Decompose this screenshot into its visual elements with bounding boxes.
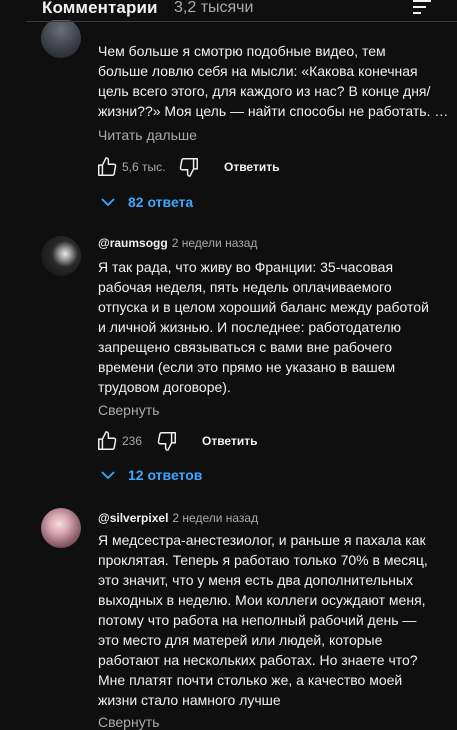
view-replies-button[interactable]: 82 ответа [100, 190, 300, 214]
header-divider [26, 21, 457, 22]
read-more-button[interactable]: Читать дальше [98, 127, 197, 143]
comments-count: 3,2 тысячи [174, 0, 254, 16]
comment-actions: 5,6 тыс. Ответить [96, 156, 396, 180]
comment-header: @silverpixel 2 недели назад [98, 511, 258, 525]
comments-header: Комментарии 3,2 тысячи [0, 0, 457, 20]
comment-text: Я медсестра-анестезиолог, и раньше я пах… [98, 532, 428, 708]
comment-text: Я так рада, что живу во Франции: 35-часо… [98, 259, 429, 395]
thumb-down-icon[interactable] [178, 156, 200, 178]
reply-button[interactable]: Ответить [224, 160, 279, 174]
like-count: 5,6 тыс. [122, 160, 166, 174]
reply-button[interactable]: Ответить [202, 434, 257, 448]
chevron-down-icon [101, 198, 115, 207]
thumb-down-icon[interactable] [156, 430, 178, 452]
comment-header: @raumsogg 2 недели назад [98, 236, 257, 250]
comment-date[interactable]: 2 недели назад [172, 236, 258, 250]
sort-icon[interactable] [411, 0, 433, 14]
thumb-up-icon[interactable] [96, 430, 118, 452]
avatar[interactable] [41, 508, 81, 548]
collapse-button[interactable]: Свернуть [98, 714, 159, 730]
comment-author[interactable]: @raumsogg [98, 236, 168, 250]
view-replies-button[interactable]: 12 ответов [100, 463, 300, 487]
collapse-button[interactable]: Свернуть [98, 402, 159, 418]
comment-actions: 236 Ответить [96, 430, 396, 454]
avatar[interactable] [41, 18, 81, 58]
like-count: 236 [122, 434, 143, 448]
comments-title: Комментарии [42, 0, 158, 17]
thumb-up-icon[interactable] [96, 156, 118, 178]
comment-date[interactable]: 2 недели назад [172, 511, 258, 525]
avatar[interactable] [41, 236, 81, 276]
comment-author[interactable]: @silverpixel [98, 511, 168, 525]
chevron-down-icon [101, 471, 115, 480]
replies-count: 82 ответа [128, 194, 194, 210]
comment-text: Чем больше я смотрю подобные видео, тем … [98, 43, 449, 119]
replies-count: 12 ответов [128, 467, 203, 483]
